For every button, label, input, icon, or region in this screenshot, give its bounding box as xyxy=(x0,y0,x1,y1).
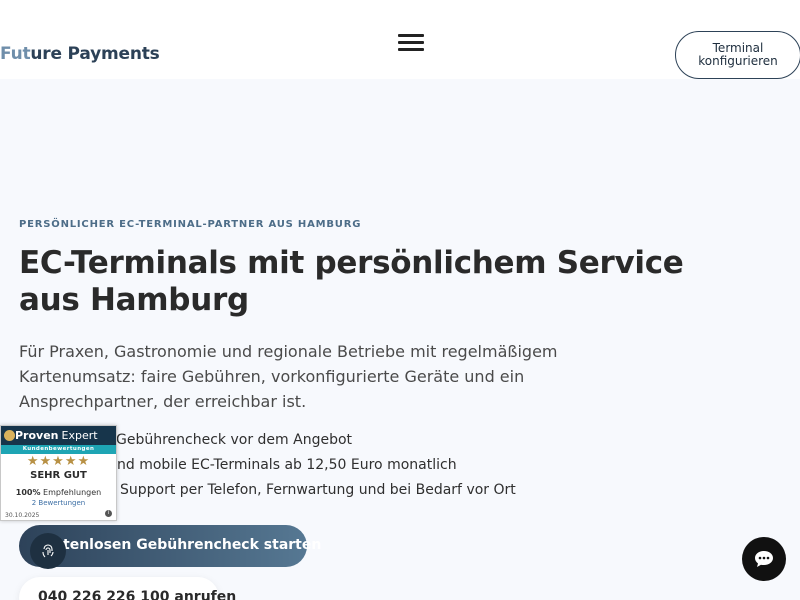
proven-expert-subtitle: Kundenbewertungen xyxy=(1,445,116,454)
configure-terminal-label-line2: konfigurieren xyxy=(698,54,778,68)
hamburger-icon[interactable] xyxy=(398,32,426,54)
site-header: Future Payments Terminal konfigurieren xyxy=(0,0,800,79)
hero-headline: EC-Terminals mit persönlichem Service au… xyxy=(19,245,684,318)
proven-expert-logo-icon xyxy=(4,430,15,441)
review-count-link[interactable]: 2 Bewertungen xyxy=(1,499,116,508)
fingerprint-icon[interactable] xyxy=(30,533,66,569)
recommendation-percent: 100% xyxy=(15,488,41,497)
chat-bubble-icon[interactable] xyxy=(742,537,786,581)
proven-expert-brand-bold: Proven xyxy=(15,429,59,442)
proven-expert-brand-light: Expert xyxy=(61,429,98,442)
rating-grade: SEHR GUT xyxy=(30,470,87,481)
logo-text-part2: ure Payments xyxy=(30,44,160,64)
proven-expert-header: Proven Expert xyxy=(1,426,116,445)
rating-stars-icon: ★★★★★ xyxy=(26,454,91,469)
logo[interactable]: Future Payments xyxy=(0,44,160,64)
recommendation-label: Empfehlungen xyxy=(43,488,102,497)
call-phone-button[interactable]: 040 226 226 100 anrufen xyxy=(19,577,236,600)
hero-kicker: PERSÖNLICHER EC-TERMINAL-PARTNER AUS HAM… xyxy=(19,219,362,230)
configure-terminal-button[interactable]: Terminal konfigurieren xyxy=(675,31,800,79)
badge-date: 30.10.2025 xyxy=(5,512,40,519)
info-icon[interactable]: i xyxy=(105,510,112,517)
hero-intro: Für Praxen, Gastronomie und regionale Be… xyxy=(19,342,558,411)
logo-text-part1: Fut xyxy=(0,44,31,64)
proven-expert-badge[interactable]: Proven Expert Kundenbewertungen ★★★★★ SEH… xyxy=(0,425,117,521)
recommendation-rate: 100% Empfehlungen xyxy=(1,487,116,499)
